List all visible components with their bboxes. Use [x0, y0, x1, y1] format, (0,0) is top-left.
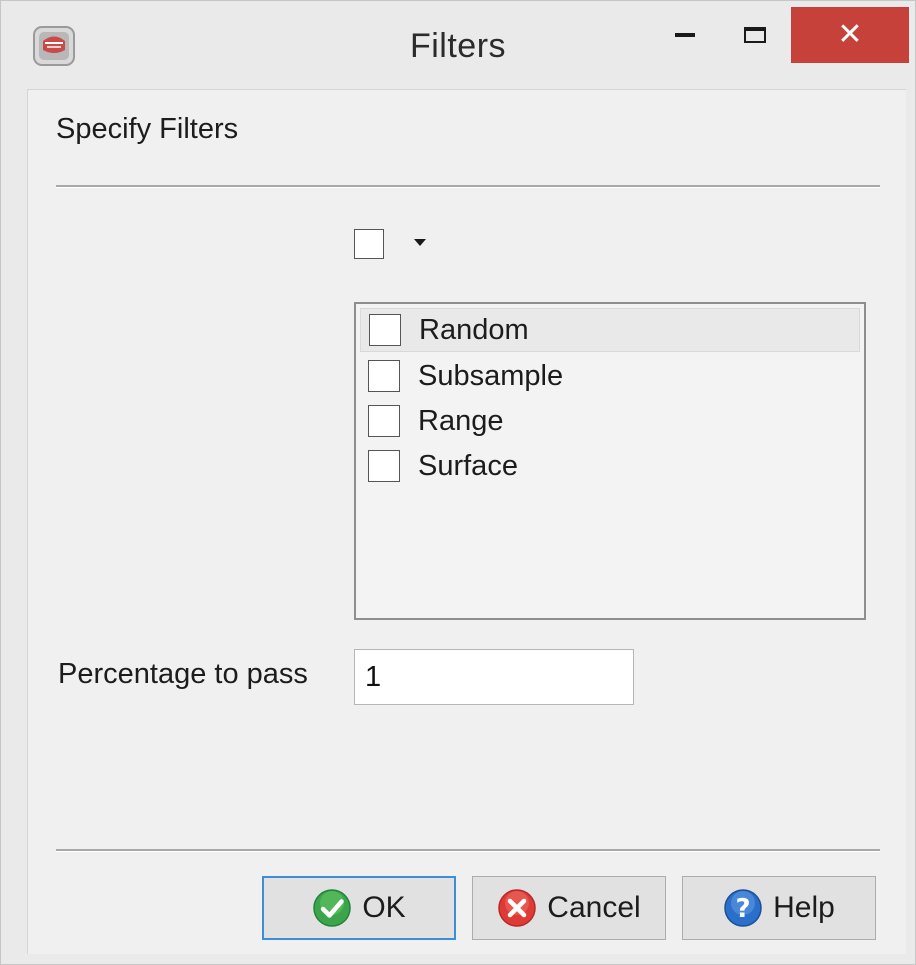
maximize-button[interactable]: [725, 7, 785, 63]
check-circle-icon: [313, 889, 352, 927]
title-bar[interactable]: Filters ✕: [1, 1, 915, 89]
filter-checkbox-random[interactable]: [369, 314, 401, 346]
dialog-content: Specify Filters Random Subsample Range S…: [27, 89, 906, 954]
filter-label: Range: [418, 404, 504, 437]
minimize-button[interactable]: [657, 7, 713, 63]
question-circle-icon: ?: [724, 889, 762, 927]
percentage-input[interactable]: [354, 649, 634, 705]
bottom-divider: [56, 849, 880, 852]
help-label: Help: [773, 891, 835, 924]
filter-item-range[interactable]: Range: [360, 399, 860, 443]
filter-item-subsample[interactable]: Subsample: [360, 354, 860, 398]
filter-checkbox-surface[interactable]: [368, 450, 400, 482]
help-button[interactable]: ? Help: [682, 876, 876, 940]
filter-list[interactable]: Random Subsample Range Surface: [354, 302, 866, 620]
filters-dialog: Filters ✕ Specify Filters Random Subsamp…: [0, 0, 916, 965]
cancel-button[interactable]: Cancel: [472, 876, 666, 940]
svg-text:?: ?: [736, 894, 751, 924]
cancel-label: Cancel: [547, 891, 641, 924]
filter-item-random[interactable]: Random: [360, 308, 860, 352]
close-button[interactable]: ✕: [791, 7, 909, 63]
close-icon: ✕: [837, 18, 863, 51]
ok-label: OK: [362, 891, 406, 924]
top-divider: [56, 185, 880, 188]
x-circle-icon: [498, 889, 537, 927]
select-all-checkbox[interactable]: [354, 229, 384, 259]
filter-label: Subsample: [418, 359, 564, 392]
filter-checkbox-range[interactable]: [368, 405, 400, 437]
filter-checkbox-subsample[interactable]: [368, 360, 400, 392]
dialog-heading: Specify Filters: [56, 113, 239, 145]
filter-label: Random: [419, 313, 529, 346]
ok-button[interactable]: OK: [262, 876, 456, 940]
select-all-dropdown-icon[interactable]: [414, 239, 426, 246]
minimize-icon: [675, 33, 695, 37]
maximize-icon: [744, 27, 766, 43]
filter-label: Surface: [418, 449, 518, 482]
filter-item-surface[interactable]: Surface: [360, 444, 860, 488]
percentage-label: Percentage to pass: [58, 658, 308, 690]
